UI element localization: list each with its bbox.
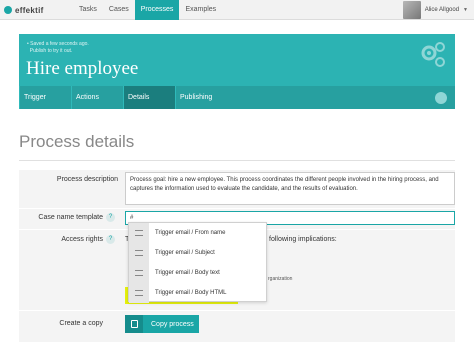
dropdown-item-label: Trigger email / Subject (155, 250, 215, 256)
nav-item-processes[interactable]: Processes (134, 0, 180, 20)
publish-hint-line: Publish to try it out. (27, 48, 89, 55)
description-label: Process description (56, 176, 118, 183)
field-suggestion-dropdown: Trigger email / From name Trigger email … (128, 222, 267, 303)
dropdown-item-label: Trigger email / Body HTML (155, 290, 227, 296)
copy-process-button[interactable]: Copy process (125, 315, 199, 333)
tab-actions[interactable]: Actions (71, 86, 123, 109)
process-title[interactable]: Hire employee (26, 58, 138, 80)
globe-icon[interactable] (435, 92, 447, 104)
divider (19, 160, 455, 161)
process-tabs: Trigger Actions Details Publishing (19, 86, 455, 109)
organization-text: rganization (268, 276, 293, 282)
copy-icon (125, 315, 143, 333)
save-status-text: Saved a few seconds ago. (30, 41, 89, 47)
publish-hint-text: Publish to try it out. (29, 48, 73, 54)
dropdown-item[interactable]: Trigger email / Body text (129, 263, 266, 283)
text-field-icon (129, 283, 149, 303)
top-navigation-bar: effektif Tasks Cases Processes Examples … (0, 0, 474, 20)
chevron-down-icon[interactable]: ▼ (463, 7, 468, 13)
dropdown-item[interactable]: Trigger email / Subject (129, 243, 266, 263)
dropdown-item[interactable]: Trigger email / Body HTML (129, 283, 266, 303)
access-rights-label: Access rights (61, 236, 103, 243)
nav-item-cases[interactable]: Cases (103, 0, 135, 20)
dropdown-item-label: Trigger email / From name (155, 230, 226, 236)
page-title: Process details (19, 132, 135, 151)
logo-mark-icon (4, 6, 12, 14)
logo-text: effektif (15, 5, 44, 15)
save-status-line: • Saved a few seconds ago. (27, 41, 89, 47)
dropdown-item[interactable]: Trigger email / From name (129, 223, 266, 243)
description-field[interactable]: Process goal: hire a new employee. This … (125, 172, 455, 205)
tab-details[interactable]: Details (123, 86, 175, 109)
help-icon[interactable]: ? (106, 235, 115, 244)
tab-trigger[interactable]: Trigger (19, 86, 71, 109)
dropdown-item-label: Trigger email / Body text (155, 270, 220, 276)
help-icon[interactable]: ? (106, 213, 115, 222)
user-name: Alice Allgood (424, 7, 460, 13)
avatar[interactable] (402, 1, 421, 19)
case-name-label: Case name template (38, 214, 103, 221)
text-field-icon (129, 223, 149, 243)
save-status: • Saved a few seconds ago. Publish to tr… (27, 41, 89, 55)
copy-process-label: Copy process (151, 320, 194, 328)
process-header: • Saved a few seconds ago. Publish to tr… (19, 34, 455, 109)
row-divider (19, 208, 455, 209)
access-text-suffix: following implications: (269, 236, 337, 243)
create-copy-label: Create a copy (59, 320, 103, 327)
nav-item-tasks[interactable]: Tasks (73, 0, 103, 20)
row-divider (19, 310, 455, 311)
user-menu[interactable]: Alice Allgood ▼ (402, 0, 468, 20)
nav-item-examples[interactable]: Examples (179, 0, 222, 20)
text-field-icon (129, 263, 149, 283)
text-field-icon (129, 243, 149, 263)
main-nav: Tasks Cases Processes Examples (73, 0, 222, 20)
app-logo[interactable]: effektif (4, 4, 44, 16)
gears-icon (421, 42, 445, 67)
tab-publishing[interactable]: Publishing (175, 86, 228, 109)
